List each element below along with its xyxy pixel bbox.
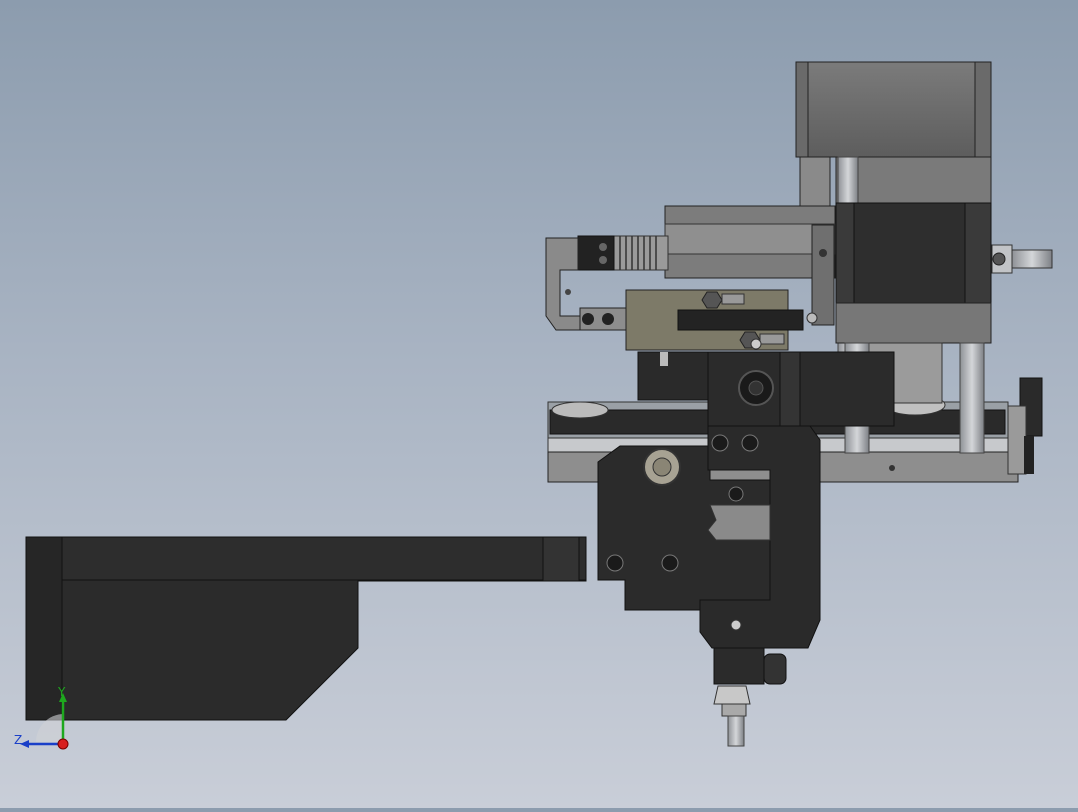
cad-graphics-viewport[interactable]: Y Z [0,0,1078,808]
z-axis-label: Z [14,733,22,747]
y-axis-label: Y [57,685,66,699]
triad-plane-shading [36,714,64,742]
coordinate-triad: Y Z [10,684,90,754]
main-stepper-motor[interactable] [835,202,1053,344]
mechanical-assembly-drawing[interactable] [0,0,1078,808]
axis-triad-graphic: Y Z [14,685,69,750]
nozzle-fitting[interactable] [713,647,787,747]
slide-block[interactable] [625,289,818,351]
long-arm-plate[interactable] [25,536,587,721]
x-axis-point [57,738,69,750]
